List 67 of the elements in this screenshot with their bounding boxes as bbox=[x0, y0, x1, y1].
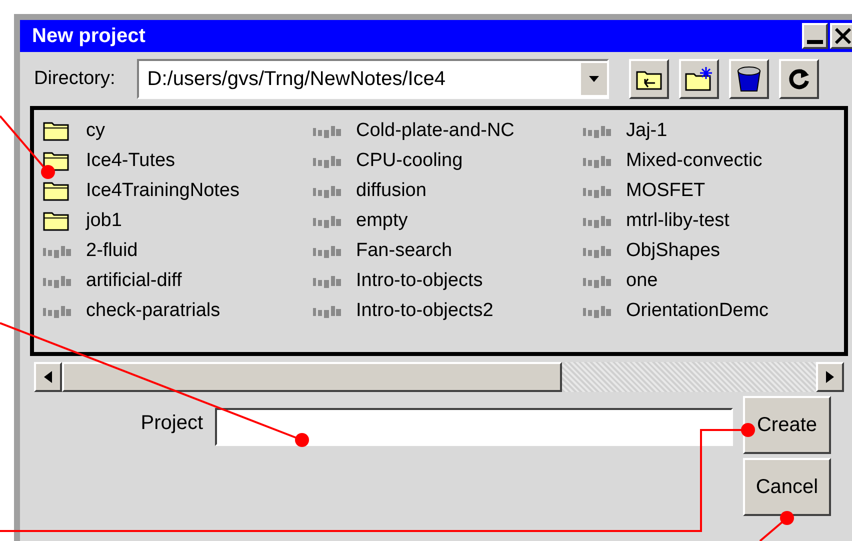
file-item[interactable]: check-paratrials bbox=[34, 296, 304, 326]
file-item[interactable]: empty bbox=[304, 206, 574, 236]
project-file-icon bbox=[312, 214, 342, 228]
file-item[interactable]: Fan-search bbox=[304, 236, 574, 266]
project-file-icon bbox=[582, 124, 612, 138]
directory-label: Directory: bbox=[34, 66, 116, 91]
file-item[interactable]: cy bbox=[34, 116, 304, 146]
scroll-thumb[interactable] bbox=[62, 362, 562, 392]
cancel-button[interactable]: Cancel bbox=[743, 458, 831, 516]
project-file-icon bbox=[312, 124, 342, 138]
leader-line bbox=[0, 115, 55, 179]
folder-icon bbox=[42, 180, 70, 202]
project-file-icon bbox=[582, 184, 612, 198]
refresh-icon bbox=[787, 67, 812, 91]
project-file-icon bbox=[312, 274, 342, 288]
file-item[interactable]: Mixed-convectic bbox=[574, 146, 844, 176]
project-label: Project bbox=[140, 411, 204, 436]
project-file-icon bbox=[582, 274, 612, 288]
project-file-icon bbox=[582, 214, 612, 228]
file-item[interactable]: Intro-to-objects2 bbox=[304, 296, 574, 326]
file-item[interactable]: artificial-diff bbox=[34, 266, 304, 296]
project-file-icon bbox=[312, 154, 342, 168]
file-item[interactable]: Cold-plate-and-NC bbox=[304, 116, 574, 146]
leader-line bbox=[759, 511, 794, 541]
project-file-icon bbox=[582, 154, 612, 168]
file-item[interactable]: diffusion bbox=[304, 176, 574, 206]
trash-bin-icon bbox=[736, 65, 762, 93]
close-icon bbox=[835, 28, 851, 44]
parent-folder-button[interactable] bbox=[629, 59, 670, 99]
left-arrow-icon bbox=[44, 371, 52, 383]
new-folder-button[interactable] bbox=[679, 59, 720, 99]
project-file-icon bbox=[312, 244, 342, 258]
file-item[interactable]: CPU-cooling bbox=[304, 146, 574, 176]
file-item[interactable]: MOSFET bbox=[574, 176, 844, 206]
file-item[interactable]: job1 bbox=[34, 206, 304, 236]
file-item[interactable]: Jaj-1 bbox=[574, 116, 844, 146]
file-item[interactable]: Intro-to-objects bbox=[304, 266, 574, 296]
folder-icon bbox=[42, 150, 70, 172]
project-file-icon bbox=[312, 184, 342, 198]
refresh-button[interactable] bbox=[779, 59, 820, 99]
project-file-icon bbox=[42, 244, 72, 258]
project-file-icon bbox=[42, 304, 72, 318]
file-item[interactable]: OrientationDemc bbox=[574, 296, 844, 326]
create-button[interactable]: Create bbox=[743, 396, 831, 454]
file-item[interactable]: mtrl-liby-test bbox=[574, 206, 844, 236]
new-folder-icon bbox=[684, 66, 714, 92]
project-file-icon bbox=[582, 244, 612, 258]
directory-dropdown[interactable]: D:/users/gvs/Trng/NewNotes/Ice4 bbox=[137, 59, 610, 99]
scroll-left-button[interactable] bbox=[34, 362, 62, 392]
project-name-field[interactable] bbox=[215, 408, 733, 446]
file-item[interactable]: 2-fluid bbox=[34, 236, 304, 266]
folder-icon bbox=[42, 120, 70, 142]
minimize-button[interactable] bbox=[802, 23, 828, 49]
close-button[interactable] bbox=[830, 23, 852, 49]
scroll-right-button[interactable] bbox=[816, 362, 844, 392]
horizontal-scrollbar[interactable] bbox=[34, 362, 844, 392]
minimize-icon bbox=[807, 40, 823, 44]
project-file-icon bbox=[582, 304, 612, 318]
delete-button[interactable] bbox=[729, 59, 770, 99]
folder-icon bbox=[42, 210, 70, 232]
project-file-icon bbox=[312, 304, 342, 318]
right-arrow-icon bbox=[826, 371, 834, 383]
file-item[interactable]: ObjShapes bbox=[574, 236, 844, 266]
file-item[interactable]: one bbox=[574, 266, 844, 296]
window-title: New project bbox=[32, 24, 146, 49]
file-item[interactable]: Ice4TrainingNotes bbox=[34, 176, 304, 206]
project-file-icon bbox=[42, 274, 72, 288]
